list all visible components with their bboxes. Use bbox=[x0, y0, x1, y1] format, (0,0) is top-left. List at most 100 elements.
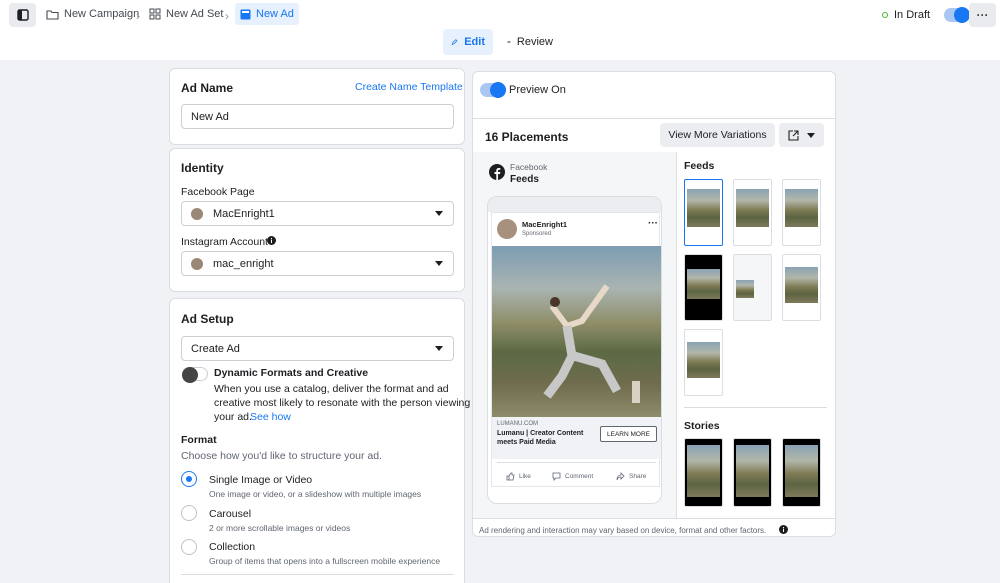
see-how-link[interactable]: See how bbox=[250, 411, 291, 423]
format-option-title: Single Image or Video bbox=[209, 474, 313, 486]
format-radio-carousel[interactable] bbox=[181, 505, 197, 521]
placement-thumbnail[interactable] bbox=[733, 254, 772, 321]
ellipsis-icon: ··· bbox=[976, 8, 989, 22]
preview-toggle[interactable] bbox=[480, 82, 506, 98]
breadcrumb-adset-label: New Ad Set bbox=[166, 8, 224, 20]
folder-icon bbox=[46, 9, 59, 20]
tab-edit-label: Edit bbox=[464, 36, 485, 48]
ad-setup-value: Create Ad bbox=[191, 342, 240, 355]
share-preview-button[interactable] bbox=[779, 123, 824, 147]
phone-status-bar bbox=[488, 197, 661, 212]
story-thumbnail[interactable] bbox=[733, 438, 772, 507]
dynamic-formats-desc-1: When you use a catalog, deliver the form… bbox=[214, 383, 449, 395]
status-label: In Draft bbox=[894, 9, 931, 21]
facebook-page-select[interactable]: MacEnright1 bbox=[181, 201, 454, 226]
comment-button[interactable]: Comment bbox=[552, 472, 593, 481]
placement-thumbnail[interactable] bbox=[733, 179, 772, 246]
story-thumbnail[interactable] bbox=[684, 438, 723, 507]
chevron-right-icon: › bbox=[136, 9, 140, 23]
share-label: Share bbox=[629, 473, 647, 480]
create-name-template-link[interactable]: Create Name Template bbox=[355, 81, 463, 93]
placement-thumbnail[interactable] bbox=[684, 254, 723, 321]
view-more-variations-button[interactable]: View More Variations bbox=[660, 123, 775, 147]
facebook-page-value: MacEnright1 bbox=[213, 207, 275, 220]
caret-down-icon bbox=[435, 211, 443, 216]
breadcrumb-adset[interactable]: New Ad Set bbox=[149, 3, 223, 25]
info-icon[interactable] bbox=[779, 525, 788, 534]
ad-name-input[interactable]: New Ad bbox=[181, 104, 454, 129]
avatar bbox=[191, 257, 203, 270]
comment-label: Comment bbox=[565, 473, 594, 480]
external-link-icon bbox=[788, 129, 799, 141]
format-option-desc: 2 or more scrollable images or videos bbox=[209, 523, 351, 533]
format-radio-collection[interactable] bbox=[181, 539, 197, 555]
post-link-area[interactable]: LUMANU.COM Lumanu | Creator Content meet… bbox=[492, 417, 661, 459]
feeds-section-label: Feeds bbox=[684, 160, 715, 172]
post-headline-2: meets Paid Media bbox=[497, 439, 556, 446]
post-headline-1: Lumanu | Creator Content bbox=[497, 430, 584, 437]
identity-card: Identity Facebook Page MacEnright1 Insta… bbox=[169, 148, 465, 292]
post-domain: LUMANU.COM bbox=[497, 421, 539, 427]
dynamic-formats-desc-2: creative most likely to resonate with th… bbox=[214, 397, 471, 409]
post-cta-label: LEARN MORE bbox=[607, 430, 650, 438]
dynamic-formats-toggle[interactable] bbox=[182, 367, 208, 383]
eye-icon bbox=[507, 40, 511, 44]
format-option-desc: Group of items that opens into a fullscr… bbox=[209, 556, 441, 566]
info-icon[interactable] bbox=[267, 236, 276, 245]
pencil-icon bbox=[451, 39, 458, 45]
dynamic-formats-title: Dynamic Formats and Creative bbox=[214, 367, 369, 379]
caret-down-icon bbox=[435, 261, 443, 266]
instagram-account-select[interactable]: mac_enright bbox=[181, 251, 454, 276]
status-dot bbox=[882, 12, 888, 18]
post-cta-button[interactable]: LEARN MORE bbox=[600, 426, 657, 442]
ad-name-value: New Ad bbox=[191, 110, 229, 123]
caret-down-icon bbox=[435, 346, 443, 351]
format-subtitle: Choose how you'd like to structure your … bbox=[181, 450, 383, 462]
placement-thumbnail[interactable] bbox=[684, 329, 723, 396]
phone-frame: MacEnright1 Sponsored ··· LUMANU.COM Lum… bbox=[487, 196, 662, 504]
like-button[interactable]: Like bbox=[506, 472, 531, 481]
story-thumbnail[interactable] bbox=[782, 438, 821, 507]
avatar bbox=[191, 207, 203, 220]
breadcrumb-ad-label: New Ad bbox=[256, 8, 294, 20]
breadcrumb-ad[interactable]: New Ad bbox=[235, 3, 299, 25]
caret-down-icon bbox=[807, 132, 815, 138]
ad-setup-heading: Ad Setup bbox=[181, 312, 234, 326]
chevron-right-icon: › bbox=[225, 9, 229, 23]
disclaimer-text: Ad rendering and interaction may vary ba… bbox=[479, 526, 767, 535]
comment-icon bbox=[552, 472, 561, 481]
breadcrumb-campaign-label: New Campaign bbox=[64, 8, 140, 20]
ad-name-heading: Ad Name bbox=[181, 81, 234, 95]
ad-setup-select[interactable]: Create Ad bbox=[181, 336, 454, 361]
identity-heading: Identity bbox=[181, 161, 224, 175]
format-option-title: Collection bbox=[209, 541, 256, 553]
post-more-icon[interactable]: ··· bbox=[648, 218, 658, 229]
placements-title: 16 Placements bbox=[485, 130, 569, 144]
preview-panel: Preview On 16 Placements View More Varia… bbox=[472, 71, 836, 537]
like-label: Like bbox=[519, 473, 531, 480]
tab-edit[interactable]: Edit bbox=[443, 29, 493, 55]
dynamic-formats-desc-3: your ad. bbox=[214, 411, 252, 423]
draft-status: In Draft bbox=[882, 7, 971, 23]
divider bbox=[473, 518, 835, 519]
sidebar-toggle-button[interactable] bbox=[9, 3, 36, 27]
tab-review-label: Review bbox=[516, 36, 553, 48]
format-radio-single[interactable] bbox=[181, 471, 197, 487]
draft-toggle[interactable] bbox=[944, 7, 971, 23]
avatar bbox=[497, 219, 517, 239]
placement-thumbnail[interactable] bbox=[684, 179, 723, 246]
placement-thumbnail[interactable] bbox=[782, 254, 821, 321]
instagram-account-value: mac_enright bbox=[213, 257, 274, 270]
divider bbox=[497, 462, 656, 463]
view-more-variations-label: View More Variations bbox=[668, 129, 767, 141]
breadcrumb-campaign[interactable]: New Campaign bbox=[46, 3, 139, 25]
share-button[interactable]: Share bbox=[616, 472, 646, 481]
divider bbox=[473, 118, 835, 119]
placement-label: Feeds bbox=[510, 174, 539, 185]
more-options-button[interactable]: ··· bbox=[969, 3, 996, 27]
post-page-name: MacEnright1 bbox=[522, 220, 568, 229]
tab-review[interactable]: Review bbox=[499, 29, 561, 55]
post-card: MacEnright1 Sponsored ··· LUMANU.COM Lum… bbox=[491, 212, 661, 487]
share-icon bbox=[616, 472, 625, 481]
placement-thumbnail[interactable] bbox=[782, 179, 821, 246]
